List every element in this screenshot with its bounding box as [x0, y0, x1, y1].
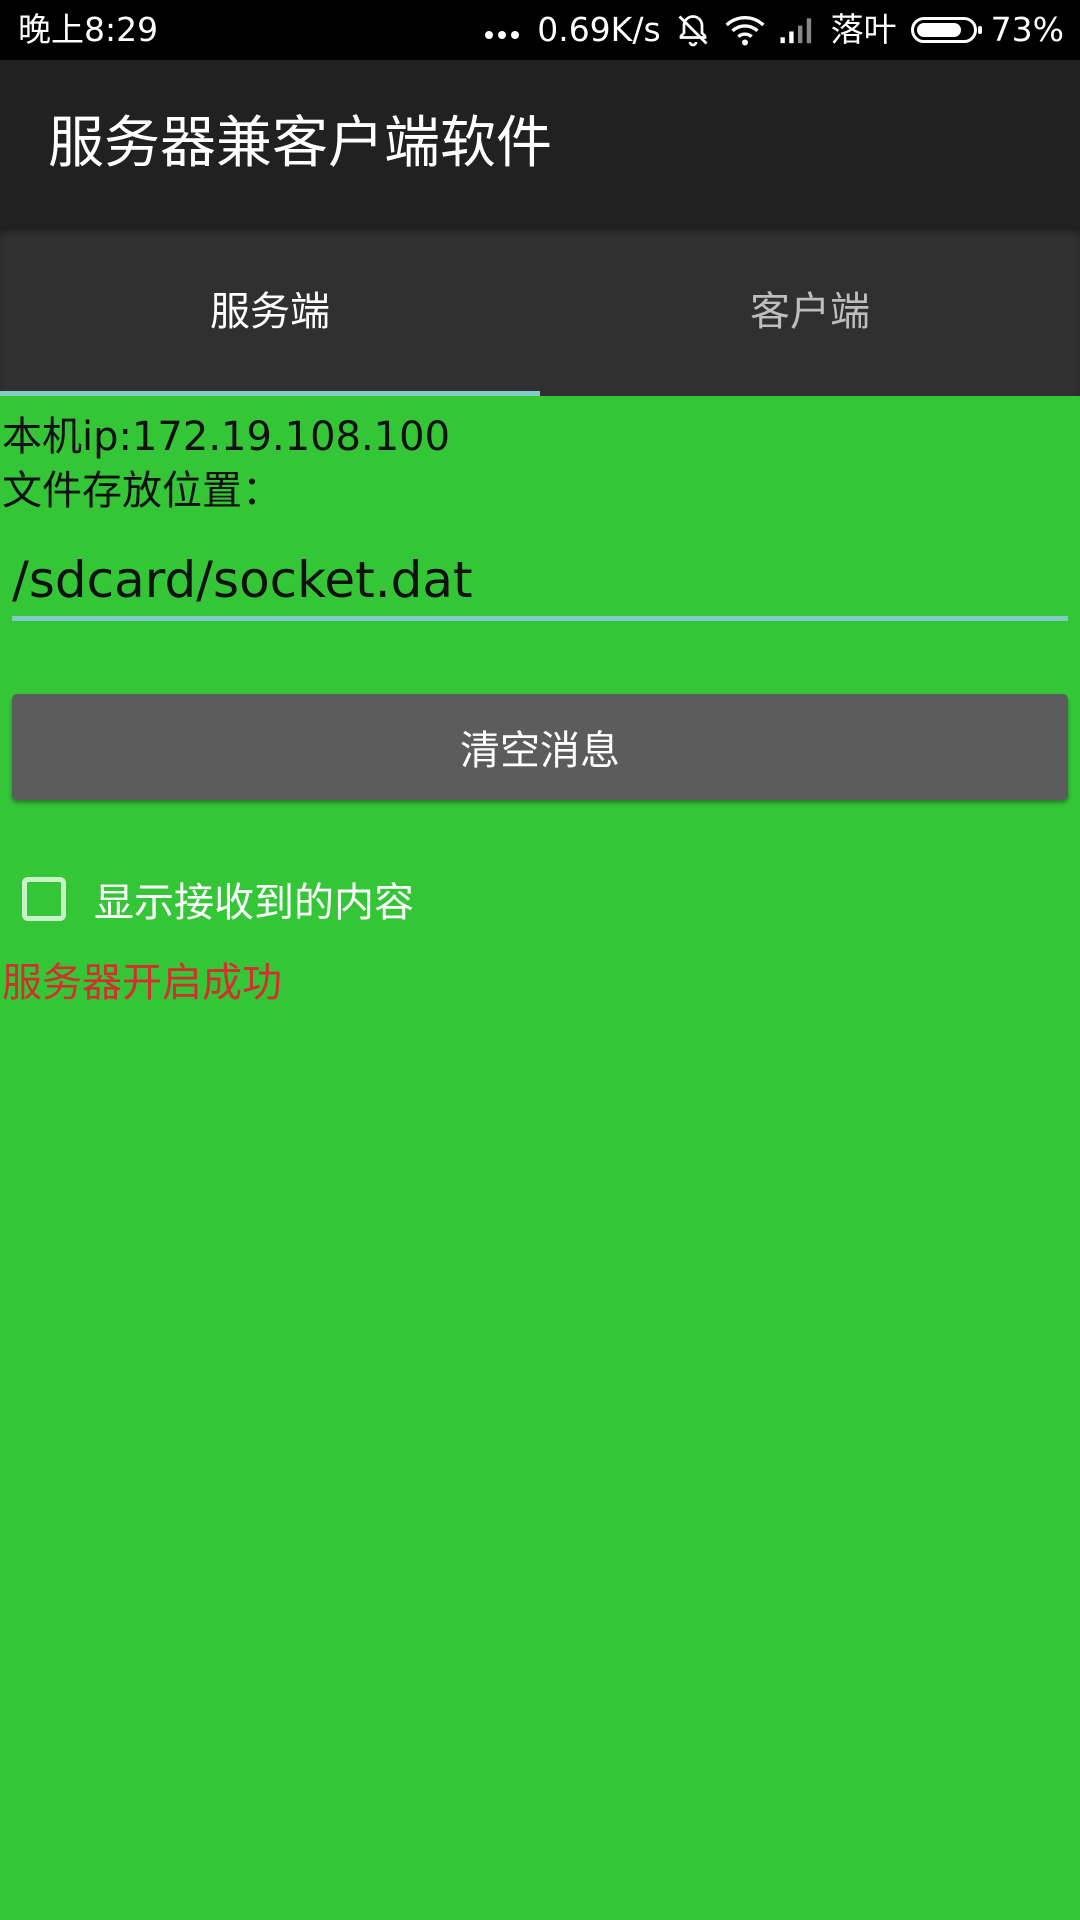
mute-icon: [678, 15, 708, 47]
file-path-input[interactable]: [12, 544, 1068, 621]
signal-icon: [780, 18, 811, 44]
tab-server[interactable]: 服务端: [0, 228, 540, 396]
battery-percent: 73%: [990, 10, 1064, 49]
tab-client[interactable]: 客户端: [540, 228, 1080, 396]
status-time: 晚上8:29: [18, 10, 159, 49]
tab-bar: 服务端 客户端: [0, 228, 1080, 396]
carrier-name: 落叶: [830, 10, 897, 49]
wifi-icon: [725, 16, 765, 46]
status-right-group: 0.69K/s 落叶 73%: [485, 0, 1064, 60]
server-status-message: 服务器开启成功: [2, 960, 282, 1006]
file-path-label: 文件存放位置：: [2, 468, 282, 514]
show-received-checkbox-row[interactable]: 显示接收到的内容: [22, 872, 414, 926]
server-panel: 本机ip:172.19.108.100 文件存放位置： 清空消息 显示接收到的内…: [0, 396, 1080, 1920]
app-title: 服务器兼客户端软件: [48, 111, 552, 176]
app-bar: 服务器兼客户端软件: [0, 60, 1080, 228]
more-dots-icon: [485, 21, 520, 39]
show-received-label: 显示接收到的内容: [94, 880, 414, 926]
status-bar: 晚上8:29 0.69K/s 落叶 73%: [0, 0, 1080, 60]
show-received-checkbox[interactable]: [22, 877, 66, 921]
battery-icon: [910, 17, 982, 43]
local-ip-text: 本机ip:172.19.108.100: [2, 414, 451, 460]
network-speed: 0.69K/s: [537, 10, 661, 49]
clear-messages-button[interactable]: 清空消息: [12, 694, 1068, 800]
